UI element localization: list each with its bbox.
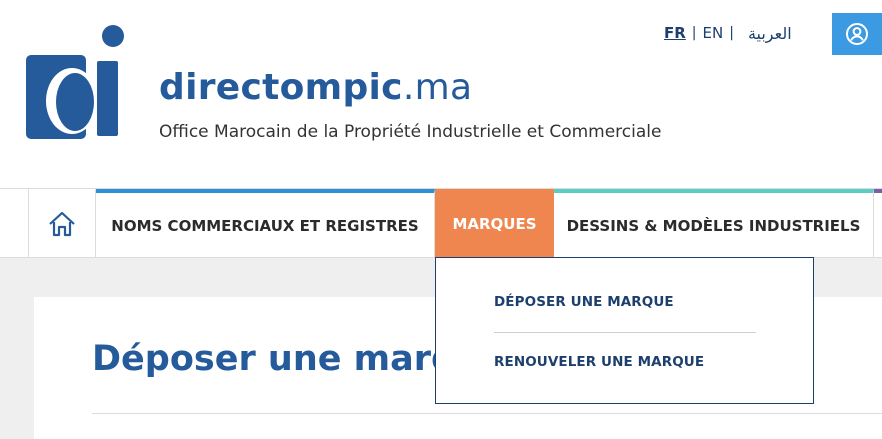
site-header: directompic.ma Office Marocain de la Pro…: [0, 0, 882, 188]
language-ar-link[interactable]: العربية: [748, 24, 792, 43]
language-fr-link[interactable]: FR: [664, 24, 686, 42]
language-en-link[interactable]: EN: [703, 24, 724, 42]
brand-name-domain: .ma: [402, 67, 473, 108]
language-separator: |: [729, 25, 734, 41]
nav-item-noms-commerciaux[interactable]: NOMS COMMERCIAUX ET REGISTRES: [96, 189, 435, 258]
dropdown-item-renouveler-marque[interactable]: RENOUVELER UNE MARQUE: [494, 354, 704, 370]
title-divider: [92, 413, 882, 414]
language-separator: |: [691, 25, 697, 41]
marques-dropdown-menu: DÉPOSER UNE MARQUE RENOUVELER UNE MARQUE: [435, 257, 814, 404]
account-button[interactable]: [832, 13, 882, 55]
main-navigation: NOMS COMMERCIAUX ET REGISTRES MARQUES DE…: [0, 188, 882, 258]
user-account-icon: [846, 23, 868, 45]
site-logo[interactable]: [26, 25, 126, 140]
nav-home[interactable]: [28, 189, 96, 258]
home-icon: [49, 211, 75, 236]
dropdown-divider: [494, 332, 756, 333]
directompic-logo-icon: [26, 25, 124, 139]
nav-item-marques[interactable]: MARQUES: [435, 189, 554, 258]
site-tagline: Office Marocain de la Propriété Industri…: [159, 122, 662, 142]
dropdown-item-deposer-marque[interactable]: DÉPOSER UNE MARQUE: [494, 294, 674, 310]
brand-name[interactable]: directompic.ma: [159, 66, 472, 110]
brand-name-main: directompic: [159, 67, 403, 108]
language-switcher: FR | EN | العربية: [664, 22, 792, 44]
nav-item-dessins-modeles[interactable]: DESSINS & MODÈLES INDUSTRIELS: [554, 189, 874, 258]
nav-accent-bar: [874, 189, 882, 193]
